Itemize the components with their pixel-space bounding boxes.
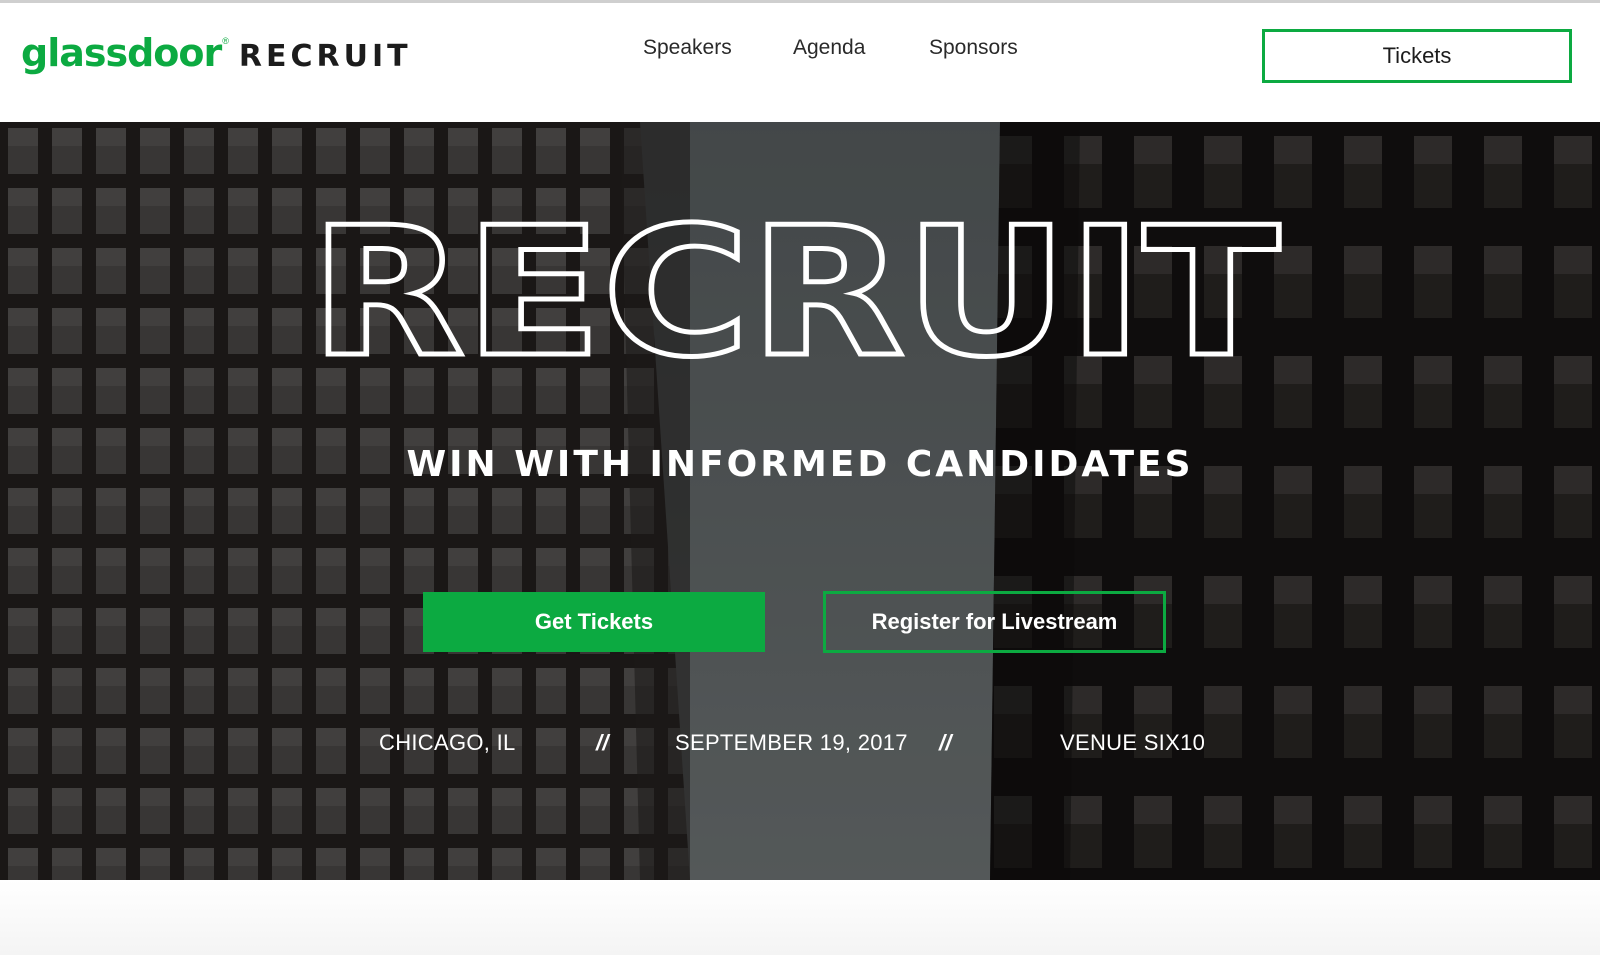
nav-speakers-link[interactable]: Speakers xyxy=(643,36,732,60)
recruit-wordmark: RECRUIT xyxy=(308,208,1283,368)
event-separator: // xyxy=(939,730,952,755)
hero-section: RECRUIT WIN WITH INFORMED CANDIDATES Get… xyxy=(0,122,1600,880)
event-date: SEPTEMBER 19, 2017 xyxy=(675,730,908,755)
nav-sponsors-link[interactable]: Sponsors xyxy=(929,36,1018,60)
nav-agenda-link[interactable]: Agenda xyxy=(793,36,865,60)
event-separator: // xyxy=(596,730,609,755)
recruit-wordmark-text: RECRUIT xyxy=(310,208,1280,368)
below-hero-area xyxy=(0,880,1600,955)
hero-tagline: WIN WITH INFORMED CANDIDATES xyxy=(406,444,1194,485)
register-livestream-button[interactable]: Register for Livestream xyxy=(823,591,1166,653)
site-header: glassdoor ® RECRUIT Speakers Agenda Spon… xyxy=(0,3,1600,122)
header-tickets-button[interactable]: Tickets xyxy=(1262,29,1572,83)
event-city: CHICAGO, IL xyxy=(379,730,516,755)
get-tickets-button[interactable]: Get Tickets xyxy=(423,592,765,652)
event-venue: VENUE SIX10 xyxy=(1060,730,1206,755)
